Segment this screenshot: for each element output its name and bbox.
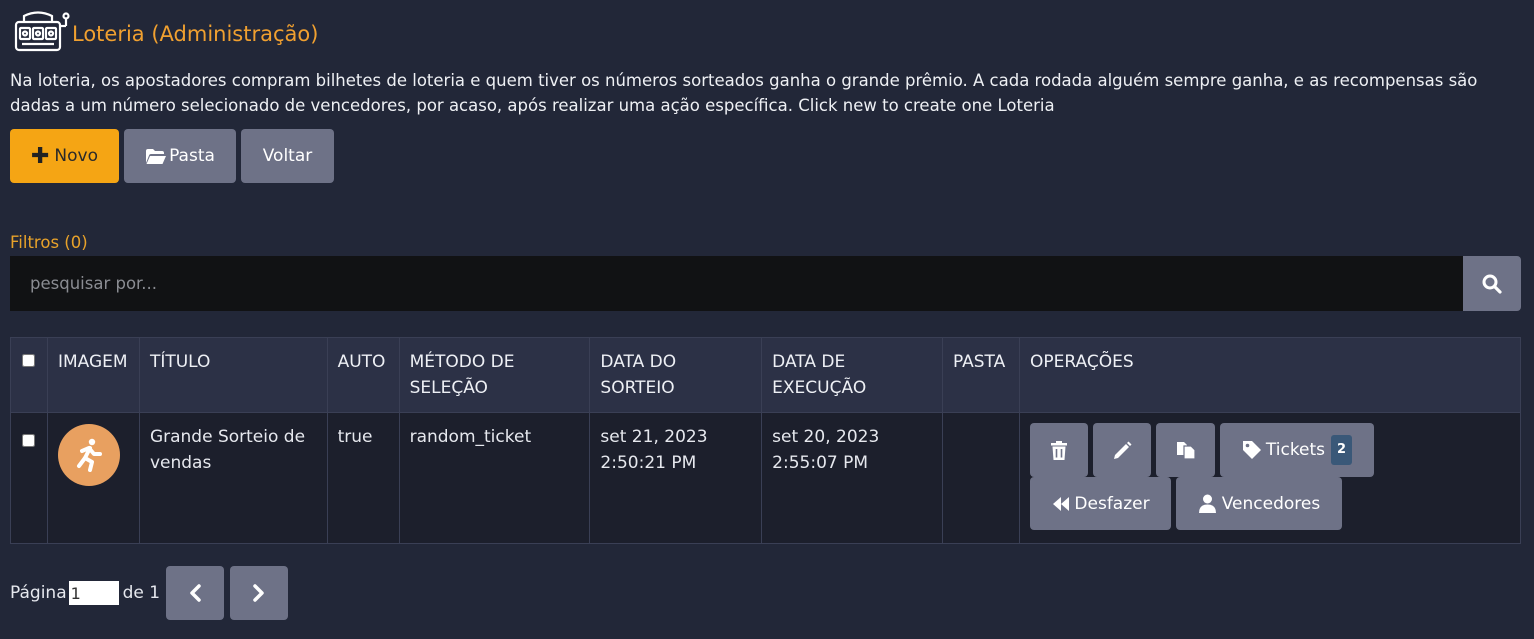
row-draw-date: set 21, 2023 xyxy=(600,427,708,447)
row-checkbox[interactable] xyxy=(22,434,35,447)
new-button[interactable]: ✚ Novo xyxy=(10,129,119,183)
lottery-table: IMAGEM TÍTULO AUTO MÉTODO DE SELEÇÃO DAT… xyxy=(10,337,1521,544)
copy-icon xyxy=(1176,440,1196,460)
header-select-all-cell xyxy=(10,337,48,413)
row-image-cell xyxy=(46,412,140,544)
tickets-button-label: Tickets xyxy=(1265,440,1326,460)
pagination: Página de 1 xyxy=(10,566,289,620)
table-row: Grande Sorteio de vendas true random_tic… xyxy=(10,412,1521,544)
folder-button[interactable]: Pasta xyxy=(124,129,236,183)
operations-group: Tickets 2 Desfazer Vencedores xyxy=(1030,423,1510,533)
header-selection-method: MÉTODO DE SELEÇÃO xyxy=(398,337,591,413)
header-auto: AUTO xyxy=(326,337,400,413)
running-person-icon xyxy=(70,436,108,474)
delete-button[interactable] xyxy=(1030,423,1088,477)
header-image: IMAGEM xyxy=(46,337,140,413)
back-button[interactable]: Voltar xyxy=(241,129,334,183)
row-auto-value: true xyxy=(337,427,373,447)
row-select-cell xyxy=(10,412,48,544)
row-operations-cell: Tickets 2 Desfazer Vencedores xyxy=(1019,412,1521,544)
row-method-cell: random_ticket xyxy=(398,412,591,544)
header-operations: OPERAÇÕES xyxy=(1019,337,1521,413)
header-draw-date-line1: DATA DO xyxy=(600,352,677,372)
page-number-input[interactable] xyxy=(68,581,119,605)
header-execution-date-line2: EXECUÇÃO xyxy=(772,378,867,398)
header-selection-method-line2: SELEÇÃO xyxy=(409,378,488,398)
row-method-value: random_ticket xyxy=(409,427,532,447)
next-page-button[interactable] xyxy=(230,566,289,620)
row-auto-cell: true xyxy=(326,412,400,544)
header-draw-date: DATA DO SORTEIO xyxy=(589,337,763,413)
winners-button-label: Vencedores xyxy=(1221,493,1321,514)
plus-icon: ✚ xyxy=(30,143,50,169)
search-input[interactable] xyxy=(10,256,1463,311)
page-total-label: de 1 xyxy=(122,583,161,603)
row-title-line2: vendas xyxy=(149,453,212,473)
tag-icon xyxy=(1242,440,1262,460)
filters-toggle[interactable]: Filtros (0) xyxy=(10,233,88,252)
rewind-icon xyxy=(1051,496,1071,512)
header-title: TÍTULO xyxy=(138,337,328,413)
page-title: Loteria (Administração) xyxy=(72,21,319,46)
edit-button[interactable] xyxy=(1093,423,1151,477)
tickets-button[interactable]: Tickets 2 xyxy=(1220,423,1374,477)
pencil-icon xyxy=(1113,441,1132,460)
row-execution-date-cell: set 20, 2023 2:55:07 PM xyxy=(761,412,943,544)
avatar xyxy=(57,424,120,486)
duplicate-button[interactable] xyxy=(1156,423,1215,477)
row-draw-date-cell: set 21, 2023 2:50:21 PM xyxy=(589,412,763,544)
search-button[interactable] xyxy=(1463,256,1521,311)
folder-button-label: Pasta xyxy=(169,146,215,166)
back-button-label: Voltar xyxy=(262,146,313,166)
row-title-cell: Grande Sorteio de vendas xyxy=(138,412,328,544)
row-draw-time: 2:50:21 PM xyxy=(600,453,697,473)
row-execution-date: set 20, 2023 xyxy=(772,427,880,447)
chevron-left-icon xyxy=(188,584,202,602)
undo-button-label: Desfazer xyxy=(1074,493,1150,514)
chevron-right-icon xyxy=(252,584,266,602)
user-icon xyxy=(1198,494,1217,513)
header-draw-date-line2: SORTEIO xyxy=(600,378,675,398)
header-execution-date-line1: DATA DE xyxy=(772,352,846,372)
tickets-count-badge: 2 xyxy=(1331,435,1353,465)
slot-machine-icon xyxy=(12,8,70,59)
header-folder: PASTA xyxy=(941,337,1021,413)
previous-page-button[interactable] xyxy=(166,566,225,620)
page-label: Página xyxy=(10,583,67,603)
row-title-line1: Grande Sorteio de xyxy=(149,427,306,447)
trash-icon xyxy=(1051,440,1067,460)
header-execution-date: DATA DE EXECUÇÃO xyxy=(761,337,943,413)
row-execution-time: 2:55:07 PM xyxy=(772,453,869,473)
search-icon xyxy=(1482,274,1502,294)
new-button-label: Novo xyxy=(54,146,99,166)
search-bar xyxy=(10,256,1463,311)
winners-button[interactable]: Vencedores xyxy=(1176,477,1342,530)
row-folder-cell xyxy=(941,412,1021,544)
select-all-checkbox[interactable] xyxy=(22,354,35,367)
page-description: Na loteria, os apostadores compram bilhe… xyxy=(10,71,1478,115)
undo-button[interactable]: Desfazer xyxy=(1030,477,1171,530)
folder-open-icon xyxy=(145,148,167,165)
page-header: Loteria (Administração) xyxy=(12,8,318,59)
header-selection-method-line1: MÉTODO DE xyxy=(409,352,515,372)
table-header-row: IMAGEM TÍTULO AUTO MÉTODO DE SELEÇÃO DAT… xyxy=(10,337,1521,413)
